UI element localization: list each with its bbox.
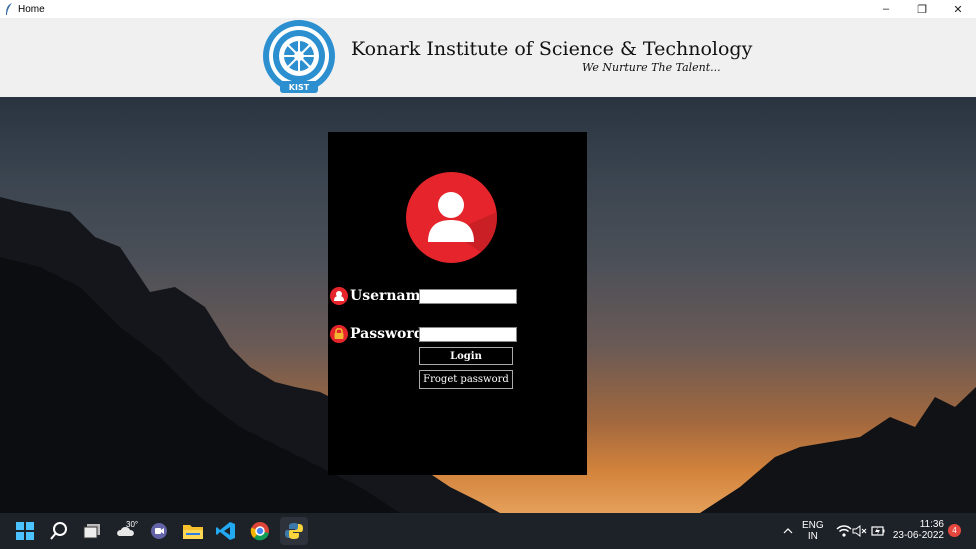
taskbar: 30° ENG IN 11:36 23-06-2022 4 [0, 513, 976, 549]
close-button[interactable]: ✕ [940, 0, 976, 18]
feather-app-icon [6, 3, 12, 15]
clock-time: 11:36 [919, 519, 944, 530]
weather-temperature: 30° [126, 520, 139, 529]
clock-date: 23-06-2022 [892, 530, 944, 541]
login-panel: Username: Password: Login Froget passwor… [328, 132, 587, 475]
language-code: ENG [802, 520, 824, 531]
region-code: IN [807, 531, 818, 542]
institute-tagline: We Nurture The Talent... [582, 61, 721, 74]
chevron-up-icon[interactable] [776, 519, 800, 543]
window-titlebar: Home – ❐ ✕ [0, 0, 976, 18]
clock[interactable]: 11:36 23-06-2022 [890, 519, 944, 541]
language-indicator[interactable]: ENG IN [802, 520, 824, 542]
lock-icon [330, 325, 348, 343]
forgot-password-button[interactable]: Froget password [419, 370, 513, 389]
chrome-icon[interactable] [248, 519, 272, 543]
user-avatar-icon [406, 172, 497, 263]
institute-name: Konark Institute of Science & Technology [351, 38, 753, 60]
username-input[interactable] [419, 289, 517, 304]
password-label: Password: [350, 326, 429, 342]
start-windows-icon[interactable] [13, 519, 37, 543]
battery-charging-icon[interactable] [866, 519, 890, 543]
minimize-button[interactable]: – [868, 0, 904, 18]
user-icon [330, 287, 348, 305]
login-button[interactable]: Login [419, 347, 513, 365]
notification-badge[interactable]: 4 [948, 524, 961, 537]
search-icon[interactable] [47, 519, 71, 543]
file-explorer-icon[interactable] [181, 519, 205, 543]
teams-chat-icon[interactable] [147, 519, 171, 543]
password-input[interactable] [419, 327, 517, 342]
python-app-icon[interactable] [280, 517, 308, 545]
vscode-icon[interactable] [214, 519, 238, 543]
svg-text:KIST: KIST [289, 83, 310, 92]
window-title: Home [18, 3, 45, 15]
maximize-button[interactable]: ❐ [904, 0, 940, 18]
institute-logo: KIST [263, 20, 335, 93]
task-view-icon[interactable] [80, 519, 104, 543]
